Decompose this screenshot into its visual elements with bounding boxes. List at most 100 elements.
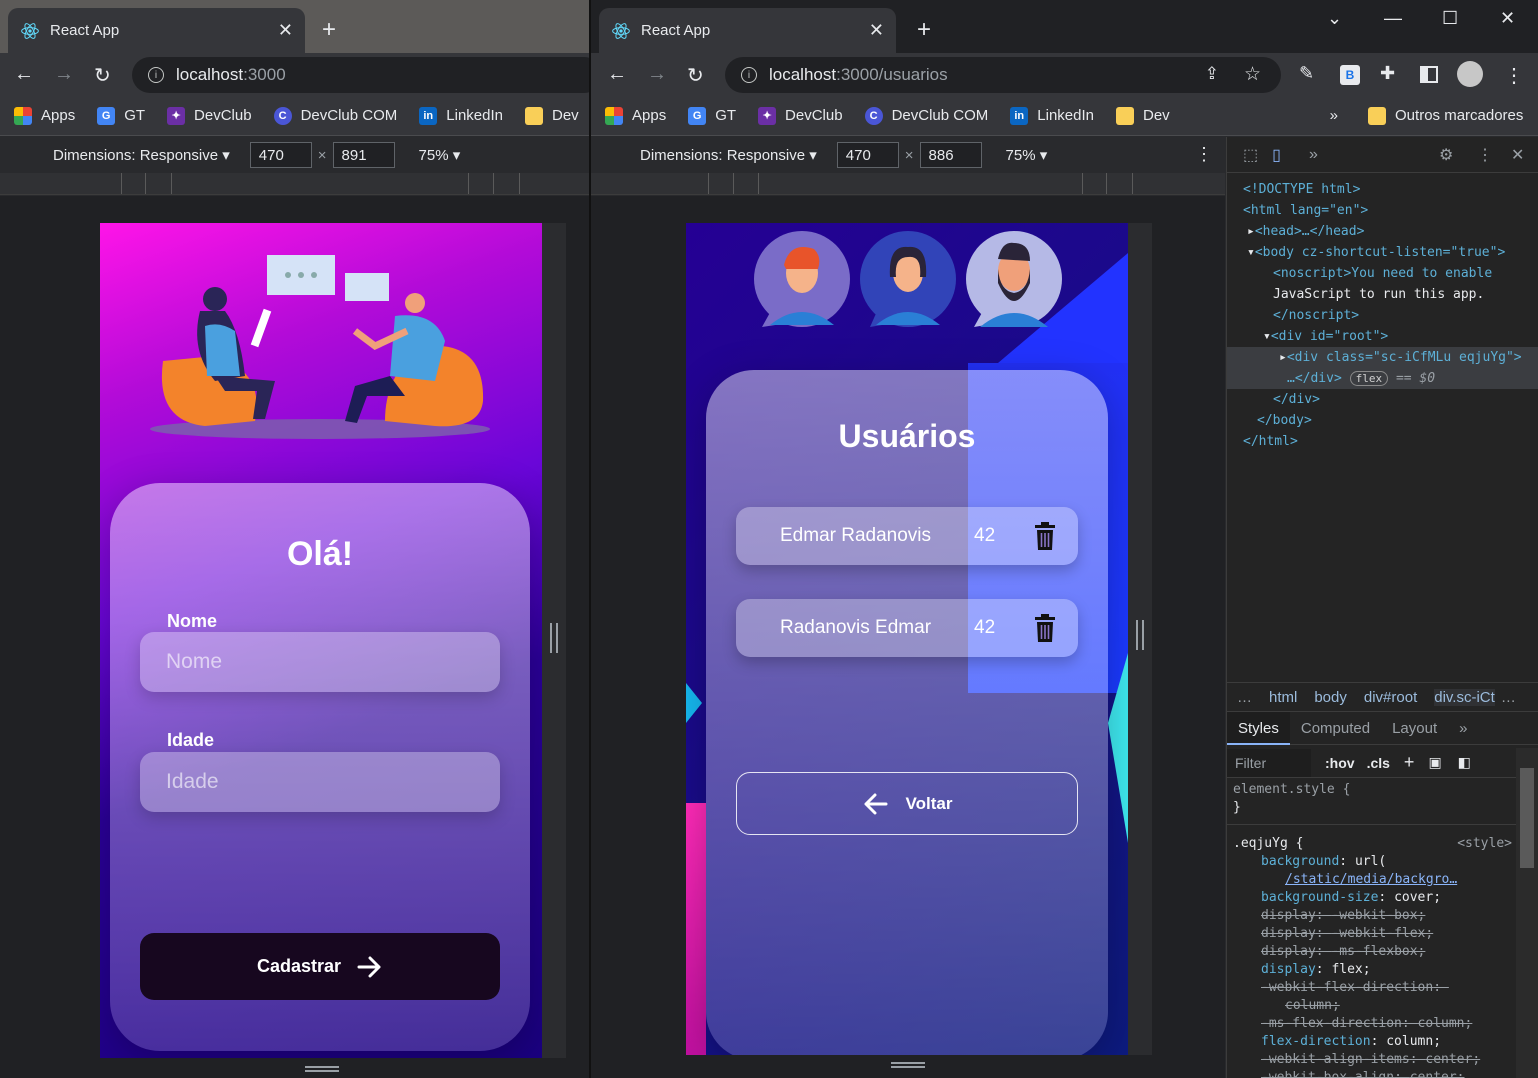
maximize-icon[interactable]: ☐: [1442, 8, 1458, 29]
height-input[interactable]: [919, 142, 982, 168]
devtools-menu-icon[interactable]: ⋮: [1477, 145, 1493, 165]
browser-tab[interactable]: React App ✕: [8, 8, 305, 53]
age-input[interactable]: Idade: [140, 752, 500, 812]
dom-node[interactable]: <!DOCTYPE html>: [1227, 179, 1538, 200]
share-icon[interactable]: ⇪: [1205, 64, 1219, 84]
width-input[interactable]: [836, 142, 899, 168]
css-declaration[interactable]: -webkit-flex-direction:: [1233, 979, 1516, 997]
bookmark-apps[interactable]: Apps: [605, 106, 666, 125]
zoom-dropdown[interactable]: 75% ▾: [1006, 146, 1048, 164]
bookmark-gt[interactable]: G GT: [97, 106, 145, 125]
rule-source-link[interactable]: <style>: [1457, 835, 1512, 853]
register-button[interactable]: Cadastrar: [140, 933, 500, 1000]
forward-icon[interactable]: →: [647, 63, 667, 86]
dom-node-selected[interactable]: …</div> flex == $0: [1227, 368, 1538, 389]
close-window-icon[interactable]: ✕: [1500, 8, 1515, 29]
dom-node[interactable]: <noscript>You need to enable: [1227, 263, 1538, 284]
resize-handle-bottom[interactable]: [305, 1066, 339, 1072]
zoom-dropdown[interactable]: 75% ▾: [419, 146, 461, 164]
address-bar[interactable]: i localhost:3000/usuarios ⇪ ☆: [725, 57, 1281, 93]
dom-node[interactable]: ▸<head>…</head>: [1227, 221, 1538, 242]
address-bar[interactable]: i localhost:3000: [132, 57, 590, 93]
bookmark-gt[interactable]: G GT: [688, 106, 736, 125]
resize-strip[interactable]: [542, 223, 566, 1058]
bookmark-devclub[interactable]: ✦ DevClub: [758, 106, 843, 125]
back-button[interactable]: Voltar: [736, 772, 1078, 835]
device-toggle-icon[interactable]: ▯: [1272, 145, 1281, 165]
tab-search-icon[interactable]: ⌄: [1327, 8, 1342, 29]
more-tabs-icon[interactable]: »: [1448, 712, 1478, 745]
css-declaration[interactable]: -webkit-box-align: center;: [1233, 1069, 1516, 1078]
breadcrumb-more[interactable]: …: [1237, 689, 1252, 706]
close-tab-icon[interactable]: ✕: [278, 20, 293, 41]
toggle-sidebar-icon[interactable]: ◧: [1458, 754, 1471, 771]
bookmark-star-icon[interactable]: ☆: [1244, 63, 1261, 86]
browser-menu-icon[interactable]: ⋮: [1504, 63, 1524, 88]
resize-handle-right[interactable]: [1136, 620, 1144, 650]
dom-node-selected[interactable]: ▸<div class="sc-iCfMLu eqjuYg">: [1227, 347, 1538, 368]
more-bookmarks-icon[interactable]: »: [1330, 107, 1338, 124]
resize-handle-right[interactable]: [550, 623, 558, 653]
width-input[interactable]: [249, 142, 312, 168]
trash-icon[interactable]: [1034, 613, 1056, 643]
css-declaration[interactable]: background: url(: [1233, 853, 1516, 871]
css-declaration[interactable]: flex-direction: column;: [1233, 1033, 1516, 1051]
dom-node[interactable]: <html lang="en">: [1227, 200, 1538, 221]
css-declaration[interactable]: -webkit-align-items: center;: [1233, 1051, 1516, 1069]
back-icon[interactable]: ←: [14, 63, 34, 86]
breadcrumb-item-selected[interactable]: div.sc-iCt: [1434, 688, 1495, 706]
bookmark-devclub[interactable]: ✦ DevClub: [167, 106, 252, 125]
dom-node[interactable]: ▾<body cz-shortcut-listen="true">: [1227, 242, 1538, 263]
bookmark-dev-folder[interactable]: Dev: [524, 106, 579, 125]
resize-handle-bottom[interactable]: [891, 1062, 925, 1068]
back-icon[interactable]: ←: [607, 63, 627, 86]
reload-icon[interactable]: ↻: [94, 63, 111, 88]
site-info-icon[interactable]: i: [148, 67, 164, 83]
breadcrumb-item[interactable]: body: [1314, 689, 1347, 706]
tab-styles[interactable]: Styles: [1227, 711, 1290, 745]
b-extension-icon[interactable]: B: [1340, 65, 1360, 85]
site-info-icon[interactable]: i: [741, 67, 757, 83]
bookmark-devclub-com[interactable]: C DevClub COM: [864, 106, 988, 125]
pen-extension-icon[interactable]: ✎: [1299, 63, 1314, 84]
browser-tab[interactable]: React App ✕: [599, 8, 896, 53]
scrollbar-thumb[interactable]: [1520, 768, 1534, 868]
more-panels-icon[interactable]: »: [1309, 146, 1318, 164]
bookmark-linkedin[interactable]: in LinkedIn: [419, 106, 503, 125]
cls-toggle[interactable]: .cls: [1367, 755, 1390, 771]
new-tab-button[interactable]: +: [322, 16, 336, 44]
bookmark-other[interactable]: Outros marcadores: [1368, 106, 1523, 125]
reload-icon[interactable]: ↻: [687, 63, 704, 88]
bookmark-devclub-com[interactable]: C DevClub COM: [273, 106, 397, 125]
flex-badge[interactable]: flex: [1349, 371, 1389, 386]
dom-node[interactable]: ▾<div id="root">: [1227, 326, 1538, 347]
dimensions-dropdown[interactable]: Dimensions: Responsive ▾: [53, 146, 230, 164]
styles-scrollbar[interactable]: [1516, 748, 1538, 1078]
bookmark-dev-folder[interactable]: Dev: [1115, 106, 1170, 125]
device-toolbar-menu-icon[interactable]: ⋮: [1195, 144, 1213, 165]
name-input[interactable]: Nome: [140, 632, 500, 692]
dimensions-dropdown[interactable]: Dimensions: Responsive ▾: [640, 146, 817, 164]
css-declaration[interactable]: background-size: cover;: [1233, 889, 1516, 907]
height-input[interactable]: [332, 142, 395, 168]
breadcrumb-item[interactable]: div#root: [1364, 689, 1417, 706]
css-declaration[interactable]: -ms-flex-direction: column;: [1233, 1015, 1516, 1033]
breadcrumb-more[interactable]: …: [1501, 689, 1516, 706]
styles-filter-input[interactable]: Filter: [1227, 748, 1311, 777]
resize-strip[interactable]: [1128, 223, 1152, 1055]
trash-icon[interactable]: [1034, 521, 1056, 551]
css-declaration[interactable]: display: -webkit-flex;: [1233, 925, 1516, 943]
settings-gear-icon[interactable]: ⚙: [1439, 145, 1453, 165]
new-rule-icon[interactable]: +: [1404, 752, 1415, 773]
bookmark-linkedin[interactable]: in LinkedIn: [1010, 106, 1094, 125]
breadcrumb-item[interactable]: html: [1269, 689, 1297, 706]
css-declaration[interactable]: display: flex;: [1233, 961, 1516, 979]
forward-icon[interactable]: →: [54, 63, 74, 86]
minimize-icon[interactable]: —: [1384, 8, 1402, 29]
tab-layout[interactable]: Layout: [1381, 712, 1448, 745]
new-tab-button[interactable]: +: [917, 16, 931, 44]
css-declaration[interactable]: display: -ms-flexbox;: [1233, 943, 1516, 961]
profile-avatar[interactable]: [1457, 61, 1483, 87]
tab-computed[interactable]: Computed: [1290, 712, 1381, 745]
css-declaration[interactable]: /static/media/backgro…: [1233, 871, 1516, 889]
